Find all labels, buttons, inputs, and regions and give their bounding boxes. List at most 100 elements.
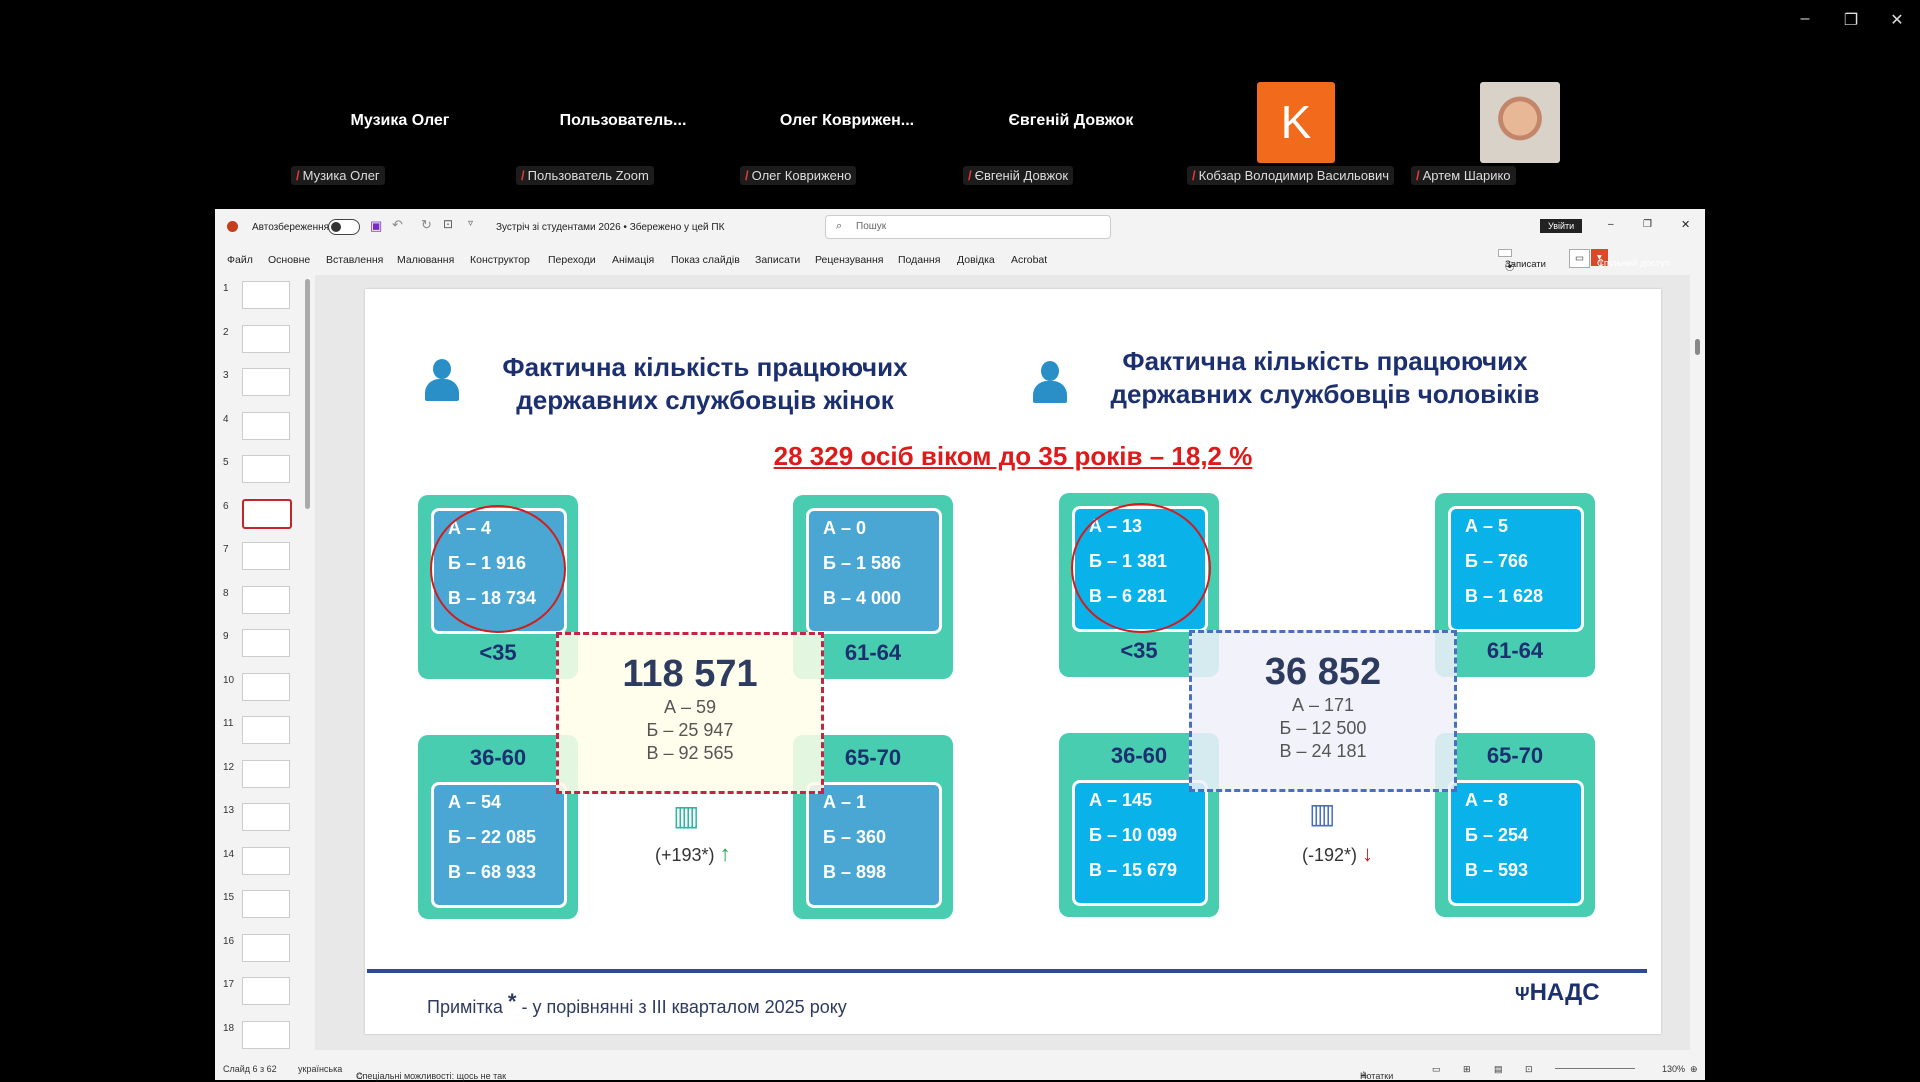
- zoom-slider[interactable]: [1555, 1068, 1635, 1069]
- slide-thumbnail[interactable]: [242, 281, 290, 309]
- tab-home[interactable]: Основне: [268, 254, 310, 266]
- slide-thumbnail[interactable]: [242, 803, 290, 831]
- participant-label: / Музика Олег: [291, 166, 385, 185]
- language-indicator[interactable]: українська: [298, 1064, 342, 1074]
- search-box[interactable]: ⌕ Пошук: [825, 215, 1111, 239]
- participant-label: / Євгеній Довжок: [963, 166, 1074, 185]
- slide-thumbnail[interactable]: [242, 977, 290, 1005]
- total-men: 36 852 А – 171 Б – 12 500 В – 24 181: [1189, 630, 1457, 792]
- chart-icon: ▥: [673, 800, 700, 831]
- canvas-scrollbar[interactable]: [1695, 339, 1700, 355]
- slide-sorter-icon[interactable]: ⊞: [1463, 1064, 1471, 1075]
- share-button[interactable]: ⇪ Спільний доступ ▾: [1591, 249, 1670, 269]
- highlight-circle: [430, 505, 566, 633]
- man-icon: [1033, 361, 1067, 403]
- slide-thumbnail[interactable]: [242, 498, 292, 529]
- slide-thumbnail[interactable]: [242, 846, 290, 875]
- slide-thumbnail[interactable]: [242, 716, 290, 744]
- tab-transitions[interactable]: Переходи: [548, 254, 596, 266]
- tab-view[interactable]: Подання: [898, 254, 940, 266]
- participant-name: Євгеній Довжок: [1008, 112, 1134, 129]
- participant-label: / Пользователь Zoom: [516, 166, 654, 185]
- status-bar: Слайд 6 з 62 українська ✩ Спеціальні мож…: [215, 1057, 1705, 1081]
- participant-name: Пользователь...: [559, 112, 687, 129]
- nads-logo: ΨНАДС: [1515, 979, 1600, 1006]
- slide-thumbnail[interactable]: [242, 759, 290, 788]
- save-icon[interactable]: ▣: [370, 218, 382, 234]
- restore-button[interactable]: ❐: [1828, 10, 1874, 30]
- slide-thumbnail[interactable]: [242, 1020, 290, 1049]
- thumbnail-number: 7: [223, 544, 229, 555]
- highlight-circle: [1071, 503, 1211, 633]
- slideshow-icon[interactable]: ⊡: [1525, 1064, 1533, 1075]
- slide-thumbnail[interactable]: [242, 411, 290, 440]
- tab-review[interactable]: Рецензування: [815, 254, 883, 266]
- redo-icon[interactable]: ↻: [421, 217, 432, 233]
- mic-muted-icon: /: [1192, 168, 1196, 183]
- current-slide[interactable]: Фактична кількість працюючих державних с…: [365, 289, 1661, 1034]
- window-close-icon[interactable]: ✕: [1681, 218, 1690, 231]
- present-icon[interactable]: ⊡: [443, 217, 453, 231]
- powerpoint-icon: [227, 221, 238, 232]
- slide-thumbnail[interactable]: [242, 933, 290, 962]
- thumbnail-scrollbar[interactable]: [305, 279, 310, 509]
- slide-thumbnail[interactable]: [242, 890, 290, 918]
- tab-slideshow[interactable]: Показ слайдів: [671, 254, 740, 266]
- participant-label: / Кобзар Володимир Васильович: [1187, 166, 1394, 185]
- footer-rule: [367, 969, 1647, 973]
- signin-button[interactable]: Увійти: [1540, 219, 1583, 233]
- change-men: (-192*) ↓: [1302, 841, 1374, 866]
- close-button[interactable]: ✕: [1874, 10, 1920, 30]
- thumbnail-number: 3: [223, 370, 229, 381]
- undo-icon[interactable]: ↶: [392, 217, 403, 233]
- normal-view-icon[interactable]: ▭: [1432, 1064, 1441, 1075]
- slide-thumbnail[interactable]: [242, 368, 290, 396]
- title-women: Фактична кількість працюючих державних с…: [502, 352, 908, 415]
- participant-label: / Олег Коврижено: [740, 166, 857, 185]
- thumbnail-number: 17: [223, 979, 235, 990]
- participant-name: Музика Олег: [350, 112, 450, 129]
- avatar: [1480, 82, 1560, 163]
- woman-icon: [425, 359, 459, 401]
- participant-label: / Артем Шарико: [1411, 166, 1516, 185]
- slide-thumbnail[interactable]: [242, 672, 290, 701]
- autosave-label: Автозбереження: [252, 222, 330, 233]
- mic-muted-icon: /: [745, 168, 749, 183]
- slide-counter[interactable]: Слайд 6 з 62: [223, 1064, 277, 1074]
- slide-thumbnail[interactable]: [242, 542, 290, 570]
- zoom-level[interactable]: 130%: [1662, 1064, 1685, 1074]
- record-button[interactable]: ⦿ Записати: [1498, 249, 1546, 273]
- total-women: 118 571 А – 59 Б – 25 947 В – 92 565: [556, 632, 824, 794]
- thumbnail-number: 6: [223, 500, 229, 512]
- thumbnail-number: 12: [223, 761, 235, 773]
- autosave-toggle[interactable]: [328, 219, 360, 235]
- tab-draw[interactable]: Малювання: [397, 254, 454, 266]
- window-restore-icon[interactable]: ❐: [1643, 219, 1652, 230]
- tab-record[interactable]: Записати: [755, 254, 800, 266]
- thumbnail-number: 10: [223, 674, 235, 686]
- slide-thumbnail[interactable]: [242, 629, 290, 657]
- customize-icon[interactable]: ▿: [468, 218, 473, 229]
- tab-animations[interactable]: Анімація: [612, 254, 654, 266]
- trident-icon: Ψ: [1515, 984, 1530, 1004]
- minimize-button[interactable]: –: [1782, 10, 1828, 28]
- tab-file[interactable]: Файл: [227, 254, 253, 266]
- arrow-up-icon: ↑: [719, 841, 731, 866]
- comments-icon[interactable]: ▭: [1569, 249, 1590, 268]
- tab-help[interactable]: Довідка: [957, 254, 995, 266]
- change-women: (+193*) ↑: [655, 841, 731, 866]
- tab-acrobat[interactable]: Acrobat: [1011, 254, 1047, 266]
- card-men-65-70: 65-70 А – 8Б – 254 В – 593: [1435, 733, 1595, 917]
- ribbon-tabs: Файл Основне Вставлення Малювання Констр…: [215, 245, 1705, 275]
- search-input[interactable]: Пошук: [856, 221, 886, 232]
- document-title[interactable]: Зустріч зі студентами 2026 • Збережено у…: [496, 222, 724, 233]
- slide-thumbnail[interactable]: [242, 585, 290, 614]
- tab-design[interactable]: Конструктор: [470, 254, 530, 266]
- slide-thumbnail[interactable]: [242, 324, 290, 353]
- fit-slide-icon[interactable]: ⊕: [1690, 1064, 1698, 1075]
- window-minimize-icon[interactable]: –: [1608, 219, 1614, 230]
- reading-view-icon[interactable]: ▤: [1494, 1064, 1503, 1075]
- tab-insert[interactable]: Вставлення: [326, 254, 383, 266]
- mic-muted-icon: /: [521, 168, 525, 183]
- slide-thumbnail[interactable]: [242, 455, 290, 483]
